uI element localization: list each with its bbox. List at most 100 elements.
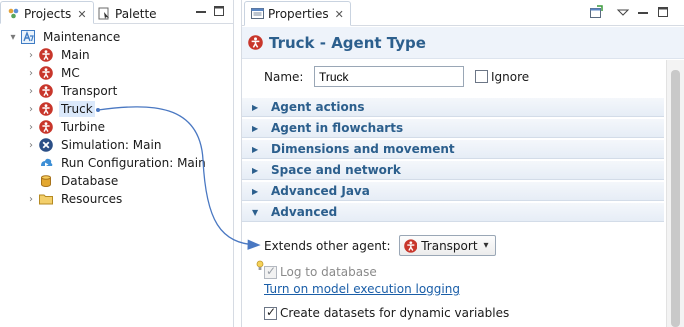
projects-panel: Projects ✕ Palette ▾ Maintenance › Main ›… [0, 0, 234, 327]
name-label: Name: [264, 69, 304, 84]
section-label: Advanced [271, 205, 338, 219]
tab-projects-label: Projects [24, 7, 72, 21]
agent-type-icon [39, 120, 53, 134]
section-space-and-network[interactable]: ▶ Space and network [242, 160, 664, 180]
tab-properties[interactable]: Properties ✕ [244, 1, 351, 26]
page-title: Truck - Agent Type [269, 33, 426, 52]
create-datasets-label: Create datasets for dynamic variables [280, 306, 510, 320]
chevron-right-icon: ▶ [252, 165, 259, 175]
extends-agent-select[interactable]: Transport ▾ [398, 235, 496, 256]
tree-label: Truck [59, 101, 95, 117]
section-advanced[interactable]: ▼ Advanced [242, 202, 664, 222]
chevron-right-icon[interactable]: › [26, 50, 36, 61]
chevron-right-icon: ▶ [252, 144, 259, 154]
maximize-icon[interactable] [212, 4, 226, 18]
projects-tabbar: Projects ✕ Palette [0, 0, 233, 24]
folder-icon [39, 194, 53, 205]
section-label: Advanced Java [271, 184, 370, 198]
close-icon[interactable]: ✕ [77, 8, 86, 21]
chevron-right-icon[interactable]: › [26, 122, 36, 133]
chevron-right-icon[interactable]: › [26, 194, 36, 205]
properties-header: Truck - Agent Type [242, 27, 684, 59]
minimize-icon[interactable] [194, 4, 208, 18]
tree-label: MC [61, 66, 80, 80]
tree-label: Transport [61, 84, 118, 98]
extends-label: Extends other agent: [264, 238, 391, 253]
tree-item-run-configuration[interactable]: Run Configuration: Main [26, 154, 208, 172]
tree-item-transport[interactable]: › Transport [26, 82, 119, 100]
section-agent-in-flowcharts[interactable]: ▶ Agent in flowcharts [242, 118, 664, 138]
extends-value: Transport [421, 238, 478, 253]
maximize-icon[interactable] [656, 5, 670, 19]
name-input[interactable] [314, 66, 464, 87]
run-config-icon [41, 158, 53, 167]
chevron-down-icon: ▾ [483, 240, 489, 251]
properties-tabbar: Properties ✕ [242, 0, 684, 26]
tree-item-database[interactable]: Database [26, 172, 120, 190]
properties-panel: Properties ✕ Truck - Agent Type Name: Ign… [241, 0, 684, 327]
close-icon[interactable]: ✕ [335, 8, 344, 21]
tab-properties-label: Properties [268, 7, 329, 21]
lightbulb-icon [256, 260, 264, 270]
log-to-database-row: Log to database [264, 264, 377, 279]
chevron-right-icon[interactable]: › [26, 86, 36, 97]
simulation-icon [39, 138, 53, 152]
chevron-right-icon: ▶ [252, 186, 259, 196]
section-label: Agent actions [271, 100, 365, 114]
tree-item-main[interactable]: › Main [26, 46, 92, 64]
tree-label: Maintenance [43, 30, 121, 44]
tree-item-turbine[interactable]: › Turbine [26, 118, 107, 136]
agent-type-icon [39, 84, 53, 98]
agent-type-icon [403, 238, 418, 253]
tree-item-truck[interactable]: › Truck [26, 100, 95, 118]
model-icon [21, 30, 35, 44]
tree-label: Resources [61, 192, 123, 206]
log-to-database-checkbox [264, 264, 277, 279]
tree-label: Main [61, 48, 90, 62]
agent-type-icon [39, 48, 53, 62]
chevron-right-icon[interactable]: › [26, 104, 36, 115]
agent-type-icon [39, 66, 53, 80]
turn-on-logging-link[interactable]: Turn on model execution logging [264, 282, 460, 296]
tree-item-simulation[interactable]: › Simulation: Main [26, 136, 163, 154]
tree-item-mc[interactable]: › MC [26, 64, 82, 82]
vertical-scrollbar[interactable] [666, 60, 684, 327]
properties-icon [251, 8, 264, 19]
chevron-right-icon[interactable]: › [26, 140, 36, 151]
minimize-icon[interactable] [636, 5, 650, 19]
tree-label: Simulation: Main [61, 138, 162, 152]
chevron-down-icon[interactable]: ▾ [8, 32, 18, 43]
create-datasets-row: Create datasets for dynamic variables [264, 305, 510, 320]
name-row: Name: Ignore [264, 66, 529, 87]
agent-type-icon [39, 102, 53, 116]
tree-label: Turbine [61, 120, 105, 134]
scrollbar-thumb[interactable] [671, 70, 680, 327]
chevron-down-icon: ▼ [252, 207, 259, 217]
projects-icon [8, 8, 19, 19]
section-agent-actions[interactable]: ▶ Agent actions [242, 97, 664, 117]
extends-row: Extends other agent: Transport ▾ [264, 235, 496, 256]
chevron-right-icon[interactable]: › [26, 68, 36, 79]
ignore-label: Ignore [491, 69, 530, 84]
view-menu-icon[interactable] [616, 5, 630, 19]
section-dimensions-and-movement[interactable]: ▶ Dimensions and movement [242, 139, 664, 159]
log-to-database-label: Log to database [280, 265, 377, 279]
tab-palette[interactable]: Palette [92, 2, 163, 25]
tab-projects[interactable]: Projects ✕ [0, 1, 94, 24]
section-label: Agent in flowcharts [271, 121, 404, 135]
database-icon [41, 175, 51, 187]
tree-root-maintenance[interactable]: ▾ Maintenance [8, 28, 122, 46]
pin-view-icon[interactable] [589, 5, 603, 19]
palette-icon [98, 7, 109, 20]
tree-label: Database [61, 174, 119, 188]
logging-link-row: Turn on model execution logging [264, 282, 460, 296]
agent-type-icon [248, 35, 263, 50]
properties-content: Name: Ignore ▶ Agent actions ▶ Agent in … [242, 60, 684, 327]
chevron-right-icon: ▶ [252, 123, 259, 133]
ignore-checkbox[interactable] [475, 70, 488, 83]
section-advanced-java[interactable]: ▶ Advanced Java [242, 181, 664, 201]
create-datasets-checkbox[interactable] [264, 305, 277, 320]
section-label: Dimensions and movement [271, 142, 455, 156]
tree-label: Run Configuration: Main [61, 156, 206, 170]
tree-item-resources[interactable]: › Resources [26, 190, 124, 208]
